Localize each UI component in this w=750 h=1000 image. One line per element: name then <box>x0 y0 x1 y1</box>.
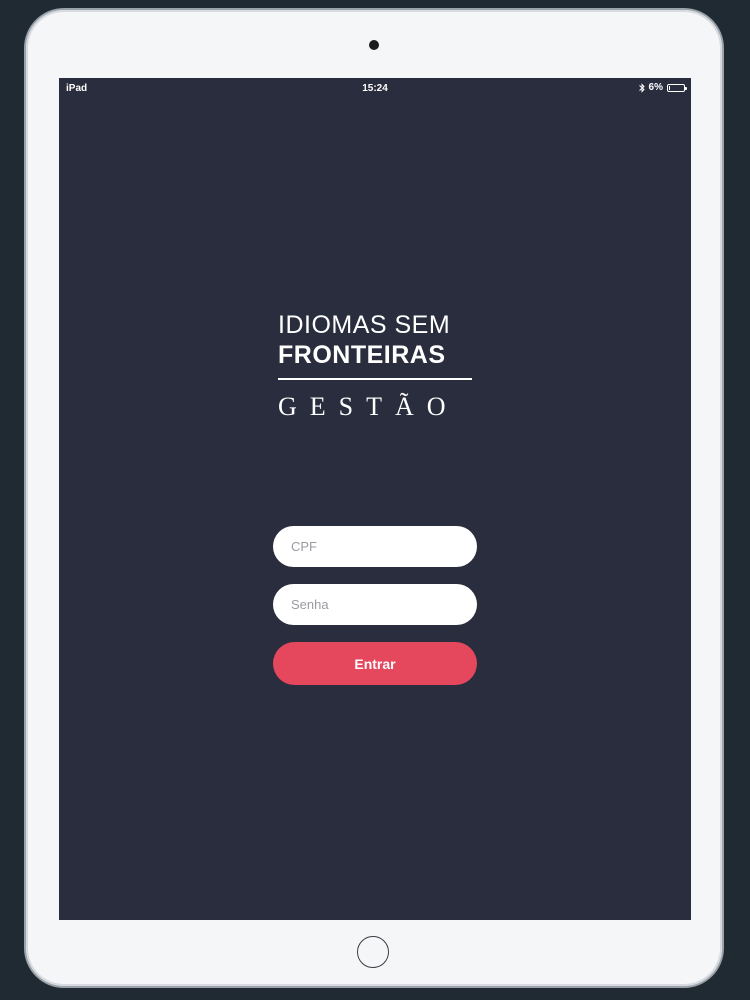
logo-line-2: FRONTEIRAS <box>278 341 446 369</box>
battery-fill <box>669 85 670 90</box>
home-button[interactable] <box>357 936 389 968</box>
login-form: Entrar <box>273 526 477 685</box>
logo-subtitle: GESTÃO <box>278 392 459 421</box>
logo-line-1: IDIOMAS SEM <box>278 311 451 339</box>
ipad-frame: iPad 15:24 6% IDIOMAS SEM FRONTEIRAS GES… <box>26 10 722 986</box>
logo-divider <box>278 378 472 380</box>
login-button[interactable]: Entrar <box>273 642 477 685</box>
status-bar: iPad 15:24 6% <box>59 78 691 98</box>
battery-percent: 6% <box>648 82 663 93</box>
password-input[interactable] <box>273 584 477 625</box>
stage: iPad 15:24 6% IDIOMAS SEM FRONTEIRAS GES… <box>0 0 750 1000</box>
status-time: 15:24 <box>362 83 388 94</box>
status-right: 6% <box>638 82 687 93</box>
app-logo: IDIOMAS SEM FRONTEIRAS GESTÃO <box>278 310 474 422</box>
cpf-input[interactable] <box>273 526 477 567</box>
app-screen: iPad 15:24 6% IDIOMAS SEM FRONTEIRAS GES… <box>59 78 691 920</box>
bluetooth-icon <box>638 82 645 93</box>
battery-icon <box>667 83 687 92</box>
camera-icon <box>369 40 379 50</box>
